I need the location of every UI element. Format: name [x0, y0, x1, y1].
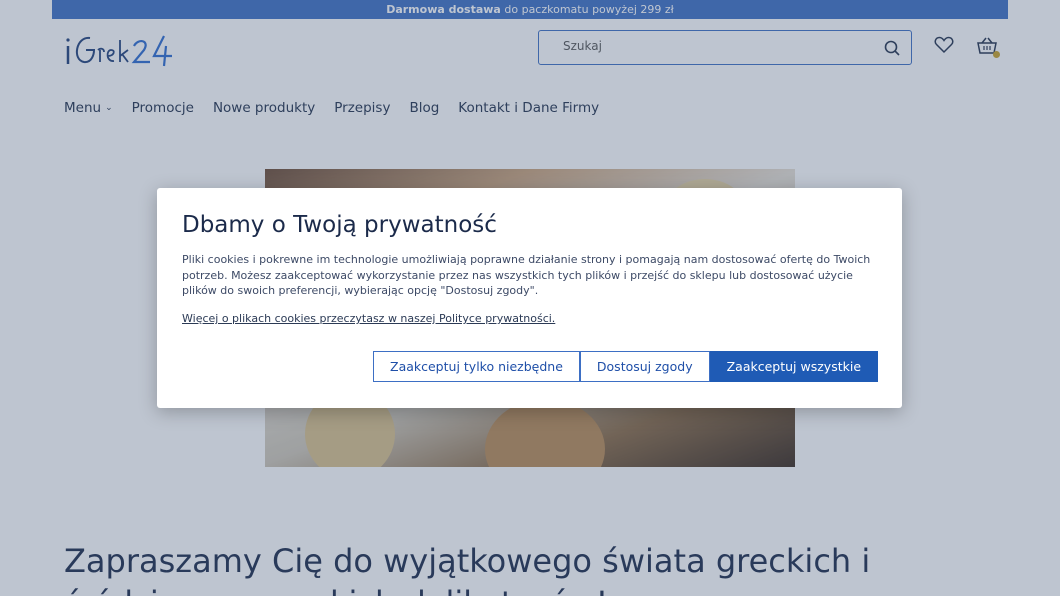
dialog-buttons: Zaakceptuj tylko niezbędne Dostosuj zgod…: [373, 351, 879, 382]
customize-consents-button[interactable]: Dostosuj zgody: [579, 351, 710, 382]
privacy-policy-link[interactable]: Więcej o plikach cookies przeczytasz w n…: [182, 312, 555, 325]
dialog-title: Dbamy o Twoją prywatność: [182, 212, 497, 238]
cookie-consent-dialog: Dbamy o Twoją prywatność Pliki cookies i…: [157, 188, 902, 408]
dialog-description: Pliki cookies i pokrewne im technologie …: [182, 253, 871, 297]
accept-necessary-button[interactable]: Zaakceptuj tylko niezbędne: [373, 351, 580, 382]
accept-all-button[interactable]: Zaakceptuj wszystkie: [709, 351, 879, 382]
